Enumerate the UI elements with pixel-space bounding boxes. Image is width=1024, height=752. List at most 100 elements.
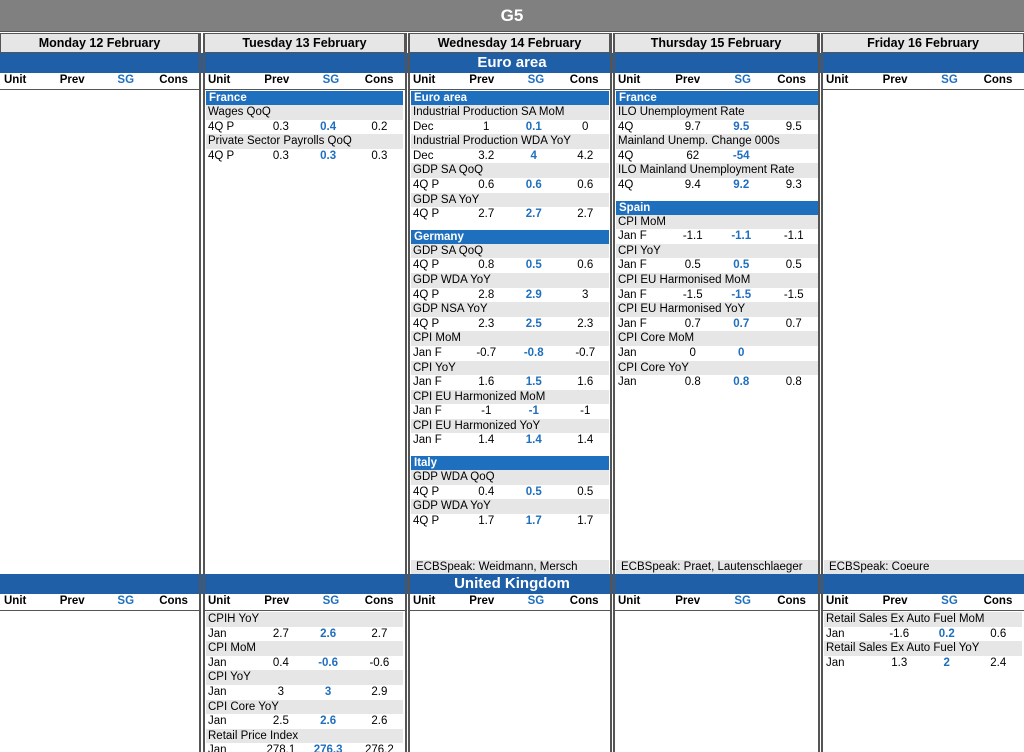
indicator-values-row: Jan 2.5 2.6 2.6 (206, 714, 403, 729)
sg-value: 1.7 (525, 514, 542, 527)
cons-value: 0.7 (785, 317, 802, 330)
indicator-values-row: 4Q P 0.8 0.5 0.6 (411, 258, 609, 273)
divider (408, 33, 410, 752)
indicator-values-row: Jan F -1.5 -1.5 -1.5 (616, 288, 818, 303)
period: Jan F (618, 230, 647, 243)
period: Jan (618, 376, 637, 389)
period: Dec (413, 120, 434, 133)
prev-header: Prev (882, 74, 908, 86)
ea-tuesday-block: France Wages QoQ 4Q P 0.3 0.4 0.2 Private Sec… (206, 91, 403, 163)
prev-value: -0.7 (476, 346, 497, 359)
country-header: Italy (411, 456, 609, 471)
prev-value: 2.7 (478, 208, 495, 221)
cons-value: 9.3 (785, 178, 802, 191)
ea-col-header-row: Unit Prev SG Cons (822, 73, 1024, 90)
sg-value: 0.5 (733, 259, 750, 272)
ea-thursday-block: France ILO Unemployment Rate 4Q 9.7 9.5 9.5 Ma… (616, 91, 818, 390)
indicator-name: ILO Mainland Unemployment Rate (616, 163, 818, 178)
indicator-values-row: Jan F -0.7 -0.8 -0.7 (411, 346, 609, 361)
prev-value: 9.4 (684, 178, 701, 191)
day-header-tuesday: Tuesday 13 February (204, 33, 405, 53)
period: Jan (208, 685, 227, 698)
period: Jan (208, 715, 227, 728)
sg-header: SG (322, 74, 340, 86)
indicator-name: CPI EU Harmonised MoM (616, 272, 818, 288)
sg-value: 0.2 (938, 627, 955, 640)
cons-value: 2.6 (371, 715, 388, 728)
prev-header: Prev (264, 595, 290, 607)
indicator-name: CPI MoM (616, 214, 818, 230)
indicator-name: CPI EU Harmonized MoM (411, 389, 609, 405)
cons-value: -0.6 (369, 656, 390, 669)
day-header-friday: Friday 16 February (822, 33, 1024, 53)
indicator-name: CPI YoY (411, 360, 609, 376)
prev-value: 0.4 (272, 656, 289, 669)
indicator-values-row: Jan 1.3 2 2.4 (824, 656, 1022, 671)
sg-value: 0.5 (525, 259, 542, 272)
indicator-values-row: Jan 0.4 -0.6 -0.6 (206, 656, 403, 671)
uk-col-header-row: Unit Prev SG Cons (409, 594, 610, 611)
divider (203, 33, 205, 752)
cons-value: -0.7 (575, 346, 596, 359)
prev-value: 3 (277, 685, 285, 698)
sg-header: SG (527, 74, 545, 86)
prev-value: 2.7 (272, 627, 289, 640)
unit-header: Unit (618, 74, 641, 86)
indicator-values-row: Jan F -1 -1 -1 (411, 404, 609, 419)
indicator-values-row: 4Q P 0.4 0.5 0.5 (411, 485, 609, 500)
page-title: G5 (0, 0, 1024, 32)
period: Jan F (618, 288, 647, 301)
sg-header: SG (734, 595, 751, 607)
cons-value: 2.9 (371, 685, 388, 698)
period: 4Q (618, 120, 634, 133)
cons-value: 276.2 (364, 744, 394, 752)
cons-value: 1.7 (577, 514, 594, 527)
indicator-values-row: Jan 2.7 2.6 2.7 (206, 627, 403, 642)
sg-value: 0.1 (525, 120, 542, 133)
period: 4Q (618, 149, 634, 162)
period: Dec (413, 149, 434, 162)
divider (818, 33, 820, 752)
sg-value: 2.7 (525, 208, 542, 221)
period: 4Q P (413, 317, 440, 330)
divider (405, 33, 407, 752)
indicator-name: Retail Sales Ex Auto Fuel MoM (824, 612, 1022, 627)
period: 4Q P (413, 259, 440, 272)
indicator-name: CPI EU Harmonised YoY (616, 302, 818, 317)
indicator-values-row: Jan 3 3 2.9 (206, 685, 403, 700)
period: 4Q P (413, 208, 440, 221)
day-header-thursday: Thursday 15 February (614, 33, 818, 53)
uk-friday-block: Retail Sales Ex Auto Fuel MoM Jan -1.6 0.2 0… (824, 612, 1022, 670)
period: Jan (208, 627, 227, 640)
day-header-monday: Monday 12 February (0, 33, 199, 53)
section-united-kingdom: United Kingdom (0, 574, 1024, 594)
unit-header: Unit (413, 74, 436, 86)
cons-value: 0.6 (990, 627, 1007, 640)
prev-value: -1 (481, 405, 492, 418)
prev-value: 3.2 (478, 149, 495, 162)
cons-value: 2.3 (577, 317, 594, 330)
indicator-name: CPI YoY (616, 243, 818, 259)
indicator-values-row: Jan F 1.6 1.5 1.6 (411, 375, 609, 390)
cons-header: Cons (364, 595, 394, 607)
prev-value: 2.5 (272, 715, 289, 728)
divider (199, 33, 201, 752)
indicator-values-row: 4Q P 2.8 2.9 3 (411, 288, 609, 303)
sg-header: SG (322, 595, 340, 607)
ea-col-header-row: Unit Prev SG Cons (0, 73, 199, 90)
cons-value: 0.3 (371, 149, 388, 162)
unit-header: Unit (618, 595, 641, 607)
prev-value: 0.8 (478, 259, 495, 272)
ea-wednesday-speak: ECBSpeak: Weidmann, Mersch (411, 560, 609, 574)
indicator-values-row: Jan 0 0 (616, 346, 818, 361)
period: Jan F (618, 317, 647, 330)
prev-value: 2.3 (478, 317, 495, 330)
period: Jan F (413, 434, 442, 447)
period: Jan F (413, 376, 442, 389)
indicator-values-row: Jan F 0.7 0.7 0.7 (616, 317, 818, 332)
sg-value: 3 (324, 685, 332, 698)
divider (610, 33, 612, 752)
country-header: Euro area (411, 91, 609, 105)
sg-value: 2.5 (525, 317, 542, 330)
indicator-name: CPI YoY (206, 670, 403, 685)
